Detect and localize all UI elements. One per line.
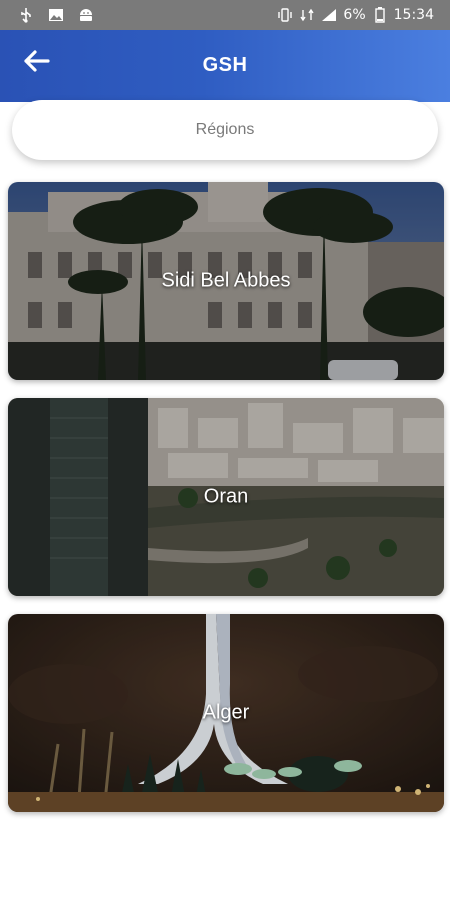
status-system: 6% 15:34	[277, 7, 450, 23]
region-name: Alger	[202, 701, 250, 724]
image-icon	[48, 7, 64, 23]
regions-search-field[interactable]: Régions	[12, 100, 438, 160]
region-name: Sidi Bel Abbes	[161, 269, 291, 292]
vibrate-icon	[277, 7, 293, 23]
usb-icon	[18, 7, 34, 23]
android-icon	[78, 7, 94, 23]
app-header: GSH	[0, 30, 450, 102]
clock: 15:34	[393, 7, 434, 23]
status-notifications	[0, 7, 94, 23]
data-icon	[299, 7, 315, 23]
battery-icon	[372, 7, 388, 23]
region-card-sidi-bel-abbes[interactable]: Sidi Bel Abbes	[8, 182, 444, 380]
region-card-alger[interactable]: Alger	[8, 614, 444, 812]
signal-icon	[321, 7, 337, 23]
regions-label: Régions	[195, 121, 255, 138]
regions-list: Sidi Bel Abbes Oran Alger	[8, 182, 444, 830]
region-card-oran[interactable]: Oran	[8, 398, 444, 596]
page-title: GSH	[202, 54, 248, 76]
region-name: Oran	[203, 485, 249, 508]
status-bar: 6% 15:34	[0, 0, 450, 30]
battery-percent: 6%	[343, 7, 366, 23]
